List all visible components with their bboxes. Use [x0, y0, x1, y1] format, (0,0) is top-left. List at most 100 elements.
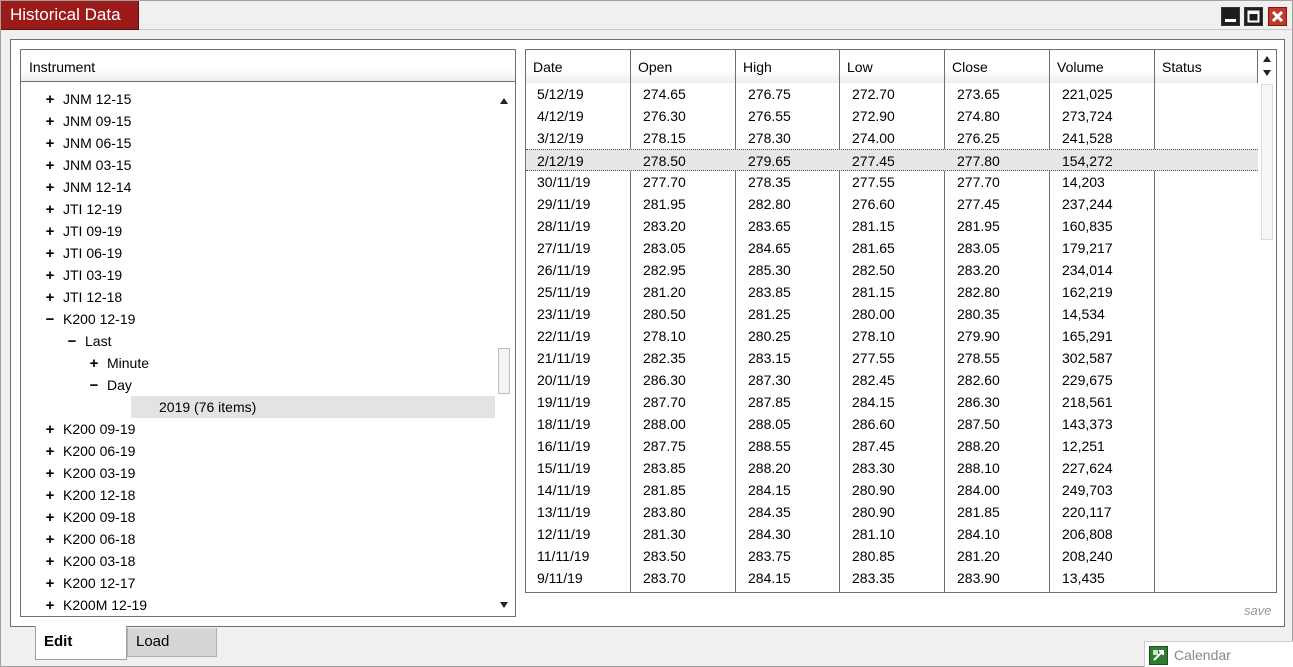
table-row[interactable]: 23/11/19 280.50 281.25 280.00 280.35 14,534: [526, 303, 1258, 325]
column-header-volume[interactable]: Volume: [1050, 50, 1155, 83]
tree-item[interactable]: + K200 12-18: [43, 484, 136, 507]
tree-item[interactable]: + Minute: [87, 352, 149, 374]
tree-item[interactable]: + JTI 06-19: [43, 242, 123, 265]
expand-icon[interactable]: +: [43, 265, 57, 287]
cell-date: 29/11/19: [537, 196, 591, 212]
expand-icon[interactable]: +: [43, 89, 57, 111]
table-row[interactable]: 9/11/19 283.70 284.15 283.35 283.90 13,435: [526, 567, 1258, 589]
expand-icon[interactable]: +: [43, 111, 57, 133]
collapse-icon[interactable]: −: [65, 331, 79, 353]
expand-icon[interactable]: +: [43, 551, 57, 573]
table-row[interactable]: 4/12/19 276.30 276.55 272.90 274.80 273,724: [526, 105, 1258, 127]
table-row[interactable]: 13/11/19 283.80 284.35 280.90 281.85 220,117: [526, 501, 1258, 523]
expand-icon[interactable]: +: [43, 485, 57, 507]
tree-item[interactable]: + JNM 03-15: [43, 154, 132, 177]
expand-icon[interactable]: +: [43, 507, 57, 529]
expand-icon[interactable]: +: [43, 419, 57, 441]
tree-item[interactable]: + JNM 12-14: [43, 176, 132, 199]
tree-item[interactable]: + JTI 12-18: [43, 286, 123, 309]
tree-item[interactable]: + JNM 09-15: [43, 110, 132, 133]
expand-icon[interactable]: +: [43, 287, 57, 309]
tree-item[interactable]: + K200 03-19: [43, 462, 136, 485]
cell-high: 288.20: [748, 460, 791, 476]
tree-scroll-thumb[interactable]: [498, 348, 510, 394]
tree-item-selected[interactable]: 2019 (76 items): [131, 396, 495, 418]
expand-icon[interactable]: +: [43, 177, 57, 199]
table-row[interactable]: 18/11/19 288.00 288.05 286.60 287.50 143,373: [526, 413, 1258, 435]
table-row[interactable]: 16/11/19 287.75 288.55 287.45 288.20 12,251: [526, 435, 1258, 457]
column-header-close[interactable]: Close: [945, 50, 1050, 83]
table-row-selected[interactable]: 2/12/19 278.50 279.65 277.45 277.80 154,272: [526, 149, 1258, 171]
expand-icon[interactable]: +: [43, 529, 57, 551]
grid-scroll-down-icon[interactable]: [1263, 70, 1271, 76]
cell-close: 283.20: [957, 262, 1000, 278]
expand-icon[interactable]: +: [43, 243, 57, 265]
tree-scrollbar[interactable]: [495, 90, 513, 612]
cell-open: 274.65: [643, 86, 686, 102]
expand-icon[interactable]: +: [87, 353, 101, 375]
tree-item[interactable]: + K200 09-19: [43, 418, 136, 441]
tab-edit[interactable]: Edit: [35, 626, 127, 660]
minimize-button[interactable]: [1221, 7, 1240, 26]
table-row[interactable]: 22/11/19 278.10 280.25 278.10 279.90 165,291: [526, 325, 1258, 347]
column-header-high[interactable]: High: [736, 50, 840, 83]
close-button[interactable]: [1268, 7, 1287, 26]
tree-item[interactable]: + K200 06-19: [43, 440, 136, 463]
grid-scroll-thumb[interactable]: [1261, 84, 1273, 240]
save-link[interactable]: save: [1244, 603, 1271, 618]
cell-high: 284.35: [748, 504, 791, 520]
cell-close: 288.10: [957, 460, 1000, 476]
table-row[interactable]: 3/12/19 278.15 278.30 274.00 276.25 241,528: [526, 127, 1258, 149]
expand-icon[interactable]: +: [43, 133, 57, 155]
expand-icon[interactable]: +: [43, 441, 57, 463]
table-row[interactable]: 12/11/19 281.30 284.30 281.10 284.10 206,808: [526, 523, 1258, 545]
tree-item[interactable]: − Day: [87, 374, 132, 396]
table-row[interactable]: 27/11/19 283.05 284.65 281.65 283.05 179,217: [526, 237, 1258, 259]
collapse-icon[interactable]: −: [87, 375, 101, 397]
table-row[interactable]: 25/11/19 281.20 283.85 281.15 282.80 162,219: [526, 281, 1258, 303]
expand-icon[interactable]: +: [43, 595, 57, 612]
table-row[interactable]: 21/11/19 282.35 283.15 277.55 278.55 302,587: [526, 347, 1258, 369]
tree-item[interactable]: + K200 03-18: [43, 550, 136, 573]
tree-item[interactable]: + JNM 12-15: [43, 88, 132, 111]
table-row[interactable]: 11/11/19 283.50 283.75 280.85 281.20 208,240: [526, 545, 1258, 567]
tree-item[interactable]: − Last: [65, 330, 112, 353]
scroll-down-icon[interactable]: [500, 602, 508, 608]
tree-item[interactable]: + K200 09-18: [43, 506, 136, 529]
tree-item[interactable]: + K200 06-18: [43, 528, 136, 551]
column-header-open[interactable]: Open: [631, 50, 736, 83]
tree-item[interactable]: + K200 12-17: [43, 572, 136, 595]
table-row[interactable]: 29/11/19 281.95 282.80 276.60 277.45 237,244: [526, 193, 1258, 215]
expand-icon[interactable]: +: [43, 155, 57, 177]
cell-date: 27/11/19: [537, 240, 591, 256]
maximize-button[interactable]: [1244, 7, 1263, 26]
collapse-icon[interactable]: −: [43, 309, 57, 331]
grid-scrollbar[interactable]: [1258, 50, 1276, 592]
expand-icon[interactable]: +: [43, 573, 57, 595]
table-row[interactable]: 28/11/19 283.20 283.65 281.15 281.95 160,835: [526, 215, 1258, 237]
scroll-up-icon[interactable]: [500, 98, 508, 104]
expand-icon[interactable]: +: [43, 463, 57, 485]
column-header-status[interactable]: Status: [1155, 50, 1258, 83]
tree-item[interactable]: + K200M 12-19: [43, 594, 147, 612]
tree-item[interactable]: − K200 12-19: [43, 308, 136, 331]
expand-icon[interactable]: +: [43, 221, 57, 243]
grid-scroll-up-icon[interactable]: [1263, 56, 1271, 62]
column-header-date[interactable]: Date: [526, 50, 631, 83]
table-row[interactable]: 19/11/19 287.70 287.85 284.15 286.30 218,561: [526, 391, 1258, 413]
taskbar-calendar[interactable]: Calendar: [1144, 641, 1293, 667]
table-row[interactable]: 5/12/19 274.65 276.75 272.70 273.65 221,025: [526, 83, 1258, 105]
table-row[interactable]: 14/11/19 281.85 284.15 280.90 284.00 249,703: [526, 479, 1258, 501]
expand-icon[interactable]: +: [43, 199, 57, 221]
tree-item[interactable]: + JTI 03-19: [43, 264, 123, 287]
table-row[interactable]: 15/11/19 283.85 288.20 283.30 288.10 227,624: [526, 457, 1258, 479]
tree-item[interactable]: + JNM 06-15: [43, 132, 132, 155]
tree-item[interactable]: + JTI 12-19: [43, 198, 123, 221]
cell-volume: 179,217: [1062, 240, 1113, 256]
tree-item[interactable]: + JTI 09-19: [43, 220, 123, 243]
table-row[interactable]: 20/11/19 286.30 287.30 282.45 282.60 229,675: [526, 369, 1258, 391]
table-row[interactable]: 30/11/19 277.70 278.35 277.55 277.70 14,203: [526, 171, 1258, 193]
tab-load[interactable]: Load: [127, 628, 217, 657]
column-header-low[interactable]: Low: [840, 50, 945, 83]
table-row[interactable]: 26/11/19 282.95 285.30 282.50 283.20 234,014: [526, 259, 1258, 281]
